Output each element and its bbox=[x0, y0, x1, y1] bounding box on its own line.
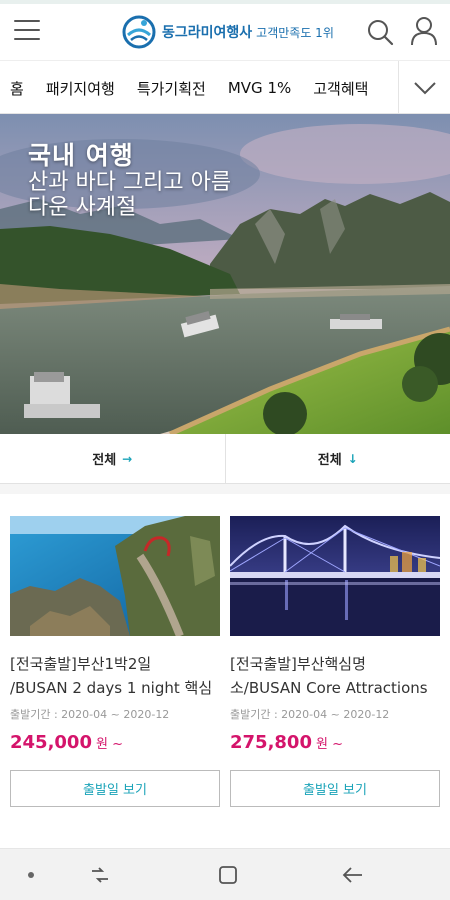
banner-subtitle: 산과 바다 그리고 아름다운 사계절 bbox=[28, 170, 232, 220]
product-title: [전국출발]부산1박2일 /BUSAN 2 days 1 night 핵심 bbox=[10, 655, 213, 697]
arrow-down-icon: ↓ bbox=[347, 451, 358, 466]
price-unit: 원 ~ bbox=[95, 737, 123, 752]
back-icon[interactable] bbox=[340, 863, 366, 887]
filter-all-right[interactable]: 전체 → bbox=[0, 434, 225, 483]
busan-coast-image bbox=[10, 516, 220, 636]
price-unit: 원 ~ bbox=[315, 737, 343, 752]
nav-item-home[interactable]: 홈 bbox=[10, 78, 24, 99]
hamburger-menu-icon[interactable] bbox=[14, 20, 40, 42]
filter-label: 전체 bbox=[92, 453, 117, 468]
brand-tagline: 고객만족도 1위 bbox=[256, 26, 334, 40]
category-nav: 홈 패키지여행 특가기획전 MVG 1% 고객혜택 bbox=[0, 60, 450, 114]
user-icon[interactable] bbox=[410, 16, 438, 46]
nav-item-mvg[interactable]: MVG 1% bbox=[228, 79, 291, 97]
nav-item-package-tours[interactable]: 패키지여행 bbox=[46, 78, 115, 99]
nav-item-customer-benefits[interactable]: 고객혜택 bbox=[313, 78, 368, 99]
system-navigation-bar bbox=[0, 848, 450, 900]
filter-row: 전체 → 전체 ↓ bbox=[0, 434, 450, 484]
section-divider bbox=[0, 484, 450, 494]
arrow-right-icon: → bbox=[122, 451, 133, 466]
chevron-down-icon bbox=[413, 82, 436, 95]
product-price: 275,800 원 ~ bbox=[230, 732, 343, 753]
product-period: 출발기간 : 2020-04 ~ 2020-12 bbox=[230, 708, 390, 721]
recent-apps-icon[interactable] bbox=[88, 863, 112, 887]
banner-title: 국내 여행 bbox=[28, 141, 134, 170]
product-period: 출발기간 : 2020-04 ~ 2020-12 bbox=[10, 708, 170, 721]
globe-logo-icon bbox=[122, 15, 156, 49]
home-icon[interactable] bbox=[216, 863, 240, 887]
product-card[interactable]: [전국출발]부산핵심명 소/BUSAN Core Attractions 출발기… bbox=[230, 516, 440, 807]
view-departure-dates-button[interactable]: 출발일 보기 bbox=[10, 770, 220, 807]
nav-more-button[interactable] bbox=[398, 61, 450, 113]
brand-name: 동그라미여행사 고객만족도 1위 bbox=[162, 25, 334, 41]
product-card[interactable]: [전국출발]부산1박2일 /BUSAN 2 days 1 night 핵심 출발… bbox=[10, 516, 220, 807]
search-icon[interactable] bbox=[366, 18, 394, 46]
brand-logo[interactable]: 동그라미여행사 고객만족도 1위 bbox=[122, 12, 334, 52]
app-header: 동그라미여행사 고객만족도 1위 bbox=[0, 4, 450, 60]
filter-label: 전체 bbox=[317, 453, 342, 468]
nav-item-special-deals[interactable]: 특가기획전 bbox=[137, 78, 206, 99]
gwangan-bridge-image bbox=[230, 516, 440, 636]
dot-icon[interactable] bbox=[28, 872, 34, 878]
product-price: 245,000 원 ~ bbox=[10, 732, 123, 753]
view-departure-dates-button[interactable]: 출발일 보기 bbox=[230, 770, 440, 807]
hero-banner[interactable]: 국내 여행 산과 바다 그리고 아름다운 사계절 bbox=[0, 114, 450, 434]
filter-all-down[interactable]: 전체 ↓ bbox=[224, 434, 450, 483]
product-title: [전국출발]부산핵심명 소/BUSAN Core Attractions bbox=[230, 655, 428, 697]
